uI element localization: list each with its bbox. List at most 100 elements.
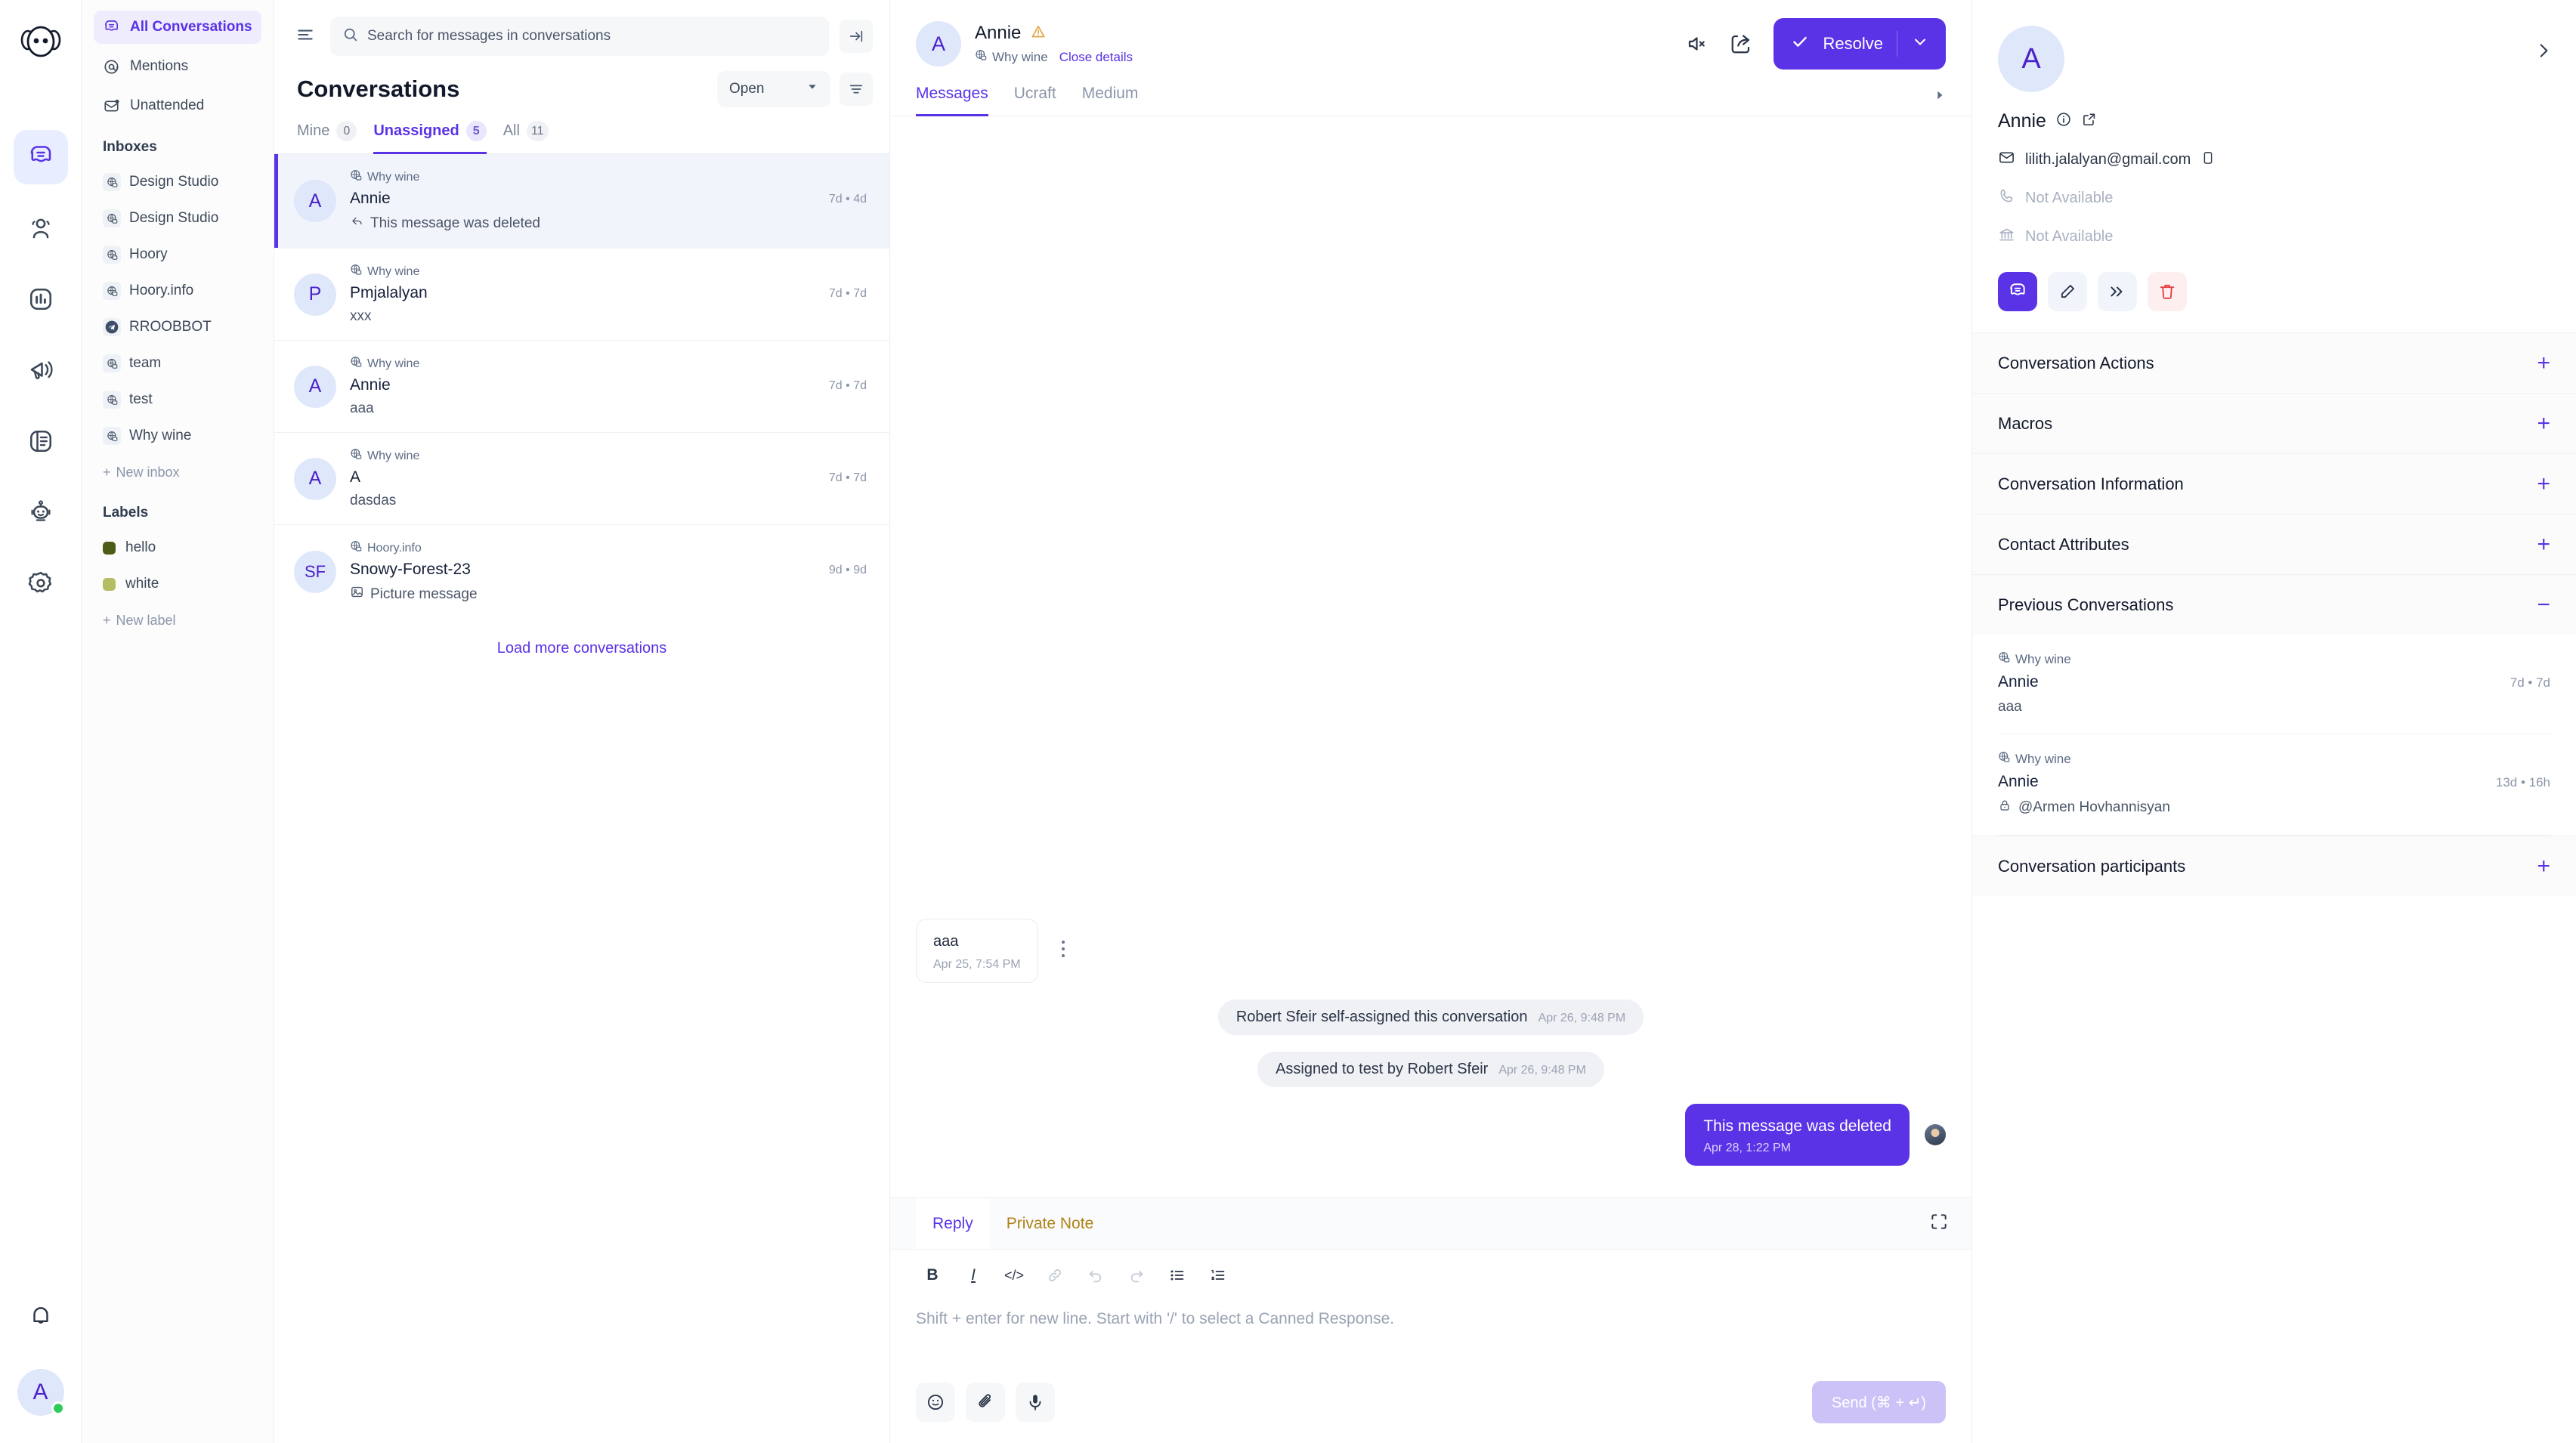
- copy-icon[interactable]: [2200, 150, 2216, 170]
- conversation-list-item[interactable]: SF Hoory.info Snowy-Forest-23 9d • 9d Pi…: [274, 525, 889, 619]
- accordion-conversation-participants[interactable]: Conversation participants +: [1972, 836, 2576, 896]
- code-button[interactable]: </>: [997, 1259, 1031, 1292]
- message-menu-icon[interactable]: [1053, 936, 1073, 966]
- conversation-inbox-label: Why wine: [367, 264, 420, 278]
- search-field-wrapper[interactable]: [330, 17, 829, 56]
- rail-item-settings[interactable]: [14, 556, 68, 610]
- undo-button[interactable]: [1079, 1259, 1112, 1292]
- ordered-list-button[interactable]: [1201, 1259, 1235, 1292]
- accordion-previous-conversations[interactable]: Previous Conversations −: [1972, 574, 2576, 635]
- sidebar-inbox-design-studio-1[interactable]: Design Studio: [94, 166, 261, 198]
- website-globe-icon: [350, 540, 362, 556]
- previous-conversation-item[interactable]: Why wine Annie 7d • 7d aaa: [1998, 635, 2550, 734]
- resolve-button[interactable]: Resolve: [1773, 18, 1946, 70]
- conversation-list-scroll[interactable]: A Why wine Annie 7d • 4d This message wa…: [274, 154, 889, 1443]
- notifications-button[interactable]: [14, 1289, 68, 1343]
- tab-ucraft[interactable]: Ucraft: [1014, 85, 1056, 116]
- new-label-button[interactable]: + New label: [94, 604, 261, 636]
- composer-bottom-bar: Send (⌘ + ↵): [890, 1369, 1971, 1443]
- info-icon[interactable]: [2055, 111, 2072, 131]
- expand-composer-button[interactable]: [1929, 1212, 1949, 1235]
- contact-name: Annie: [1998, 110, 2046, 131]
- tab-mine[interactable]: Mine 0: [297, 121, 357, 154]
- conversation-list-item[interactable]: A Why wine Annie 7d • 4d This message wa…: [274, 154, 889, 249]
- mute-button[interactable]: [1686, 32, 1709, 55]
- conversation-list-item[interactable]: A Why wine Annie 7d • 7d aaa: [274, 341, 889, 433]
- redo-button[interactable]: [1120, 1259, 1153, 1292]
- tab-reply[interactable]: Reply: [916, 1198, 990, 1249]
- sidebar-inbox-team[interactable]: team: [94, 348, 261, 379]
- tab-count: 0: [336, 121, 357, 141]
- merge-contact-button[interactable]: [2098, 272, 2137, 311]
- bullet-list-button[interactable]: [1161, 1259, 1194, 1292]
- external-link-icon[interactable]: [2081, 111, 2098, 131]
- search-input[interactable]: [367, 28, 817, 45]
- chevron-down-icon[interactable]: [1911, 32, 1929, 55]
- microphone-button[interactable]: [1016, 1383, 1055, 1422]
- tab-messages[interactable]: Messages: [916, 85, 988, 116]
- expand-contact-panel-button[interactable]: [2534, 41, 2553, 64]
- accordion-contact-attributes[interactable]: Contact Attributes +: [1972, 514, 2576, 574]
- tab-medium[interactable]: Medium: [1082, 85, 1139, 116]
- tab-unassigned[interactable]: Unassigned 5: [373, 121, 487, 154]
- sidebar-inbox-why-wine[interactable]: Why wine: [94, 420, 261, 452]
- sidebar-inbox-test[interactable]: test: [94, 384, 261, 416]
- rail-item-bot[interactable]: [14, 485, 68, 539]
- share-icon: [1731, 35, 1749, 54]
- status-filter-select[interactable]: Open: [717, 71, 830, 107]
- sidebar-item-all-conversations[interactable]: All Conversations: [94, 11, 261, 44]
- sidebar-label-hello[interactable]: hello: [94, 532, 261, 564]
- load-more-conversations-button[interactable]: Load more conversations: [274, 619, 889, 678]
- collapse-panel-button[interactable]: [840, 20, 873, 53]
- attachment-button[interactable]: [966, 1383, 1005, 1422]
- sidebar-inbox-rroobbot[interactable]: RROOBBOT: [94, 311, 261, 343]
- conversation-action-button[interactable]: [1998, 272, 2037, 311]
- accordion-conversation-information[interactable]: Conversation Information +: [1972, 453, 2576, 514]
- accordion-conversation-actions[interactable]: Conversation Actions +: [1972, 332, 2576, 393]
- sidebar-item-unattended[interactable]: Unattended: [94, 89, 261, 122]
- link-button[interactable]: [1038, 1259, 1072, 1292]
- left-rail: A: [0, 0, 82, 1443]
- website-globe-icon: [103, 427, 121, 445]
- bold-button[interactable]: B: [916, 1259, 949, 1292]
- new-inbox-button[interactable]: + New inbox: [94, 456, 261, 488]
- send-button[interactable]: Send (⌘ + ↵): [1811, 1381, 1946, 1423]
- message-bubble-incoming[interactable]: aaa Apr 25, 7:54 PM: [916, 919, 1038, 983]
- conversation-list-item[interactable]: P Why wine Pmjalalyan 7d • 7d xxx: [274, 249, 889, 341]
- close-details-button[interactable]: Close details: [1059, 50, 1133, 65]
- contact-company-value: Not Available: [2025, 228, 2114, 245]
- message-bubble-outgoing[interactable]: This message was deleted Apr 28, 1:22 PM: [1685, 1104, 1910, 1166]
- previous-conversation-item[interactable]: Why wine Annie 13d • 16h @Armen Hovhanni…: [1998, 734, 2550, 836]
- rail-item-knowledge-base[interactable]: [14, 414, 68, 468]
- italic-button[interactable]: I: [957, 1259, 990, 1292]
- sidebar-inbox-design-studio-2[interactable]: Design Studio: [94, 202, 261, 234]
- messages-area[interactable]: aaa Apr 25, 7:54 PM Robert Sfeir self-as…: [890, 116, 1971, 1197]
- filter-button[interactable]: [840, 73, 873, 106]
- sidebar-inbox-hoory[interactable]: Hoory: [94, 239, 261, 270]
- previous-conversation-name-line: Annie 7d • 7d: [1998, 673, 2550, 691]
- reply-input[interactable]: Shift + enter for new line. Start with '…: [890, 1301, 1971, 1369]
- phone-icon: [1998, 187, 2015, 209]
- tab-private-note[interactable]: Private Note: [990, 1198, 1111, 1249]
- sidebar-inbox-hoory-info[interactable]: Hoory.info: [94, 275, 261, 307]
- accordion-macros[interactable]: Macros +: [1972, 393, 2576, 453]
- share-button[interactable]: [1730, 32, 1752, 55]
- rail-item-campaigns[interactable]: [14, 343, 68, 397]
- rail-item-reports[interactable]: [14, 272, 68, 326]
- current-user-avatar[interactable]: A: [17, 1369, 65, 1416]
- system-activity-bubble: Assigned to test by Robert Sfeir Apr 26,…: [1257, 1052, 1604, 1087]
- rail-item-conversations[interactable]: [13, 130, 68, 184]
- list-menu-icon[interactable]: [291, 20, 320, 53]
- emoji-button[interactable]: [916, 1383, 955, 1422]
- expand-icon: [1931, 1214, 1947, 1229]
- sidebar-item-mentions[interactable]: Mentions: [94, 50, 261, 83]
- edit-contact-button[interactable]: [2048, 272, 2087, 311]
- tabs-next-icon[interactable]: [1934, 89, 1946, 105]
- tab-all[interactable]: All 11: [503, 121, 549, 154]
- conversation-list-item[interactable]: A Why wine A 7d • 7d dasdas: [274, 433, 889, 525]
- sidebar-label-white[interactable]: white: [94, 568, 261, 600]
- website-globe-icon: [1998, 751, 2010, 767]
- website-globe-icon: [103, 246, 121, 264]
- rail-item-contacts[interactable]: [14, 201, 68, 255]
- delete-contact-button[interactable]: [2148, 272, 2187, 311]
